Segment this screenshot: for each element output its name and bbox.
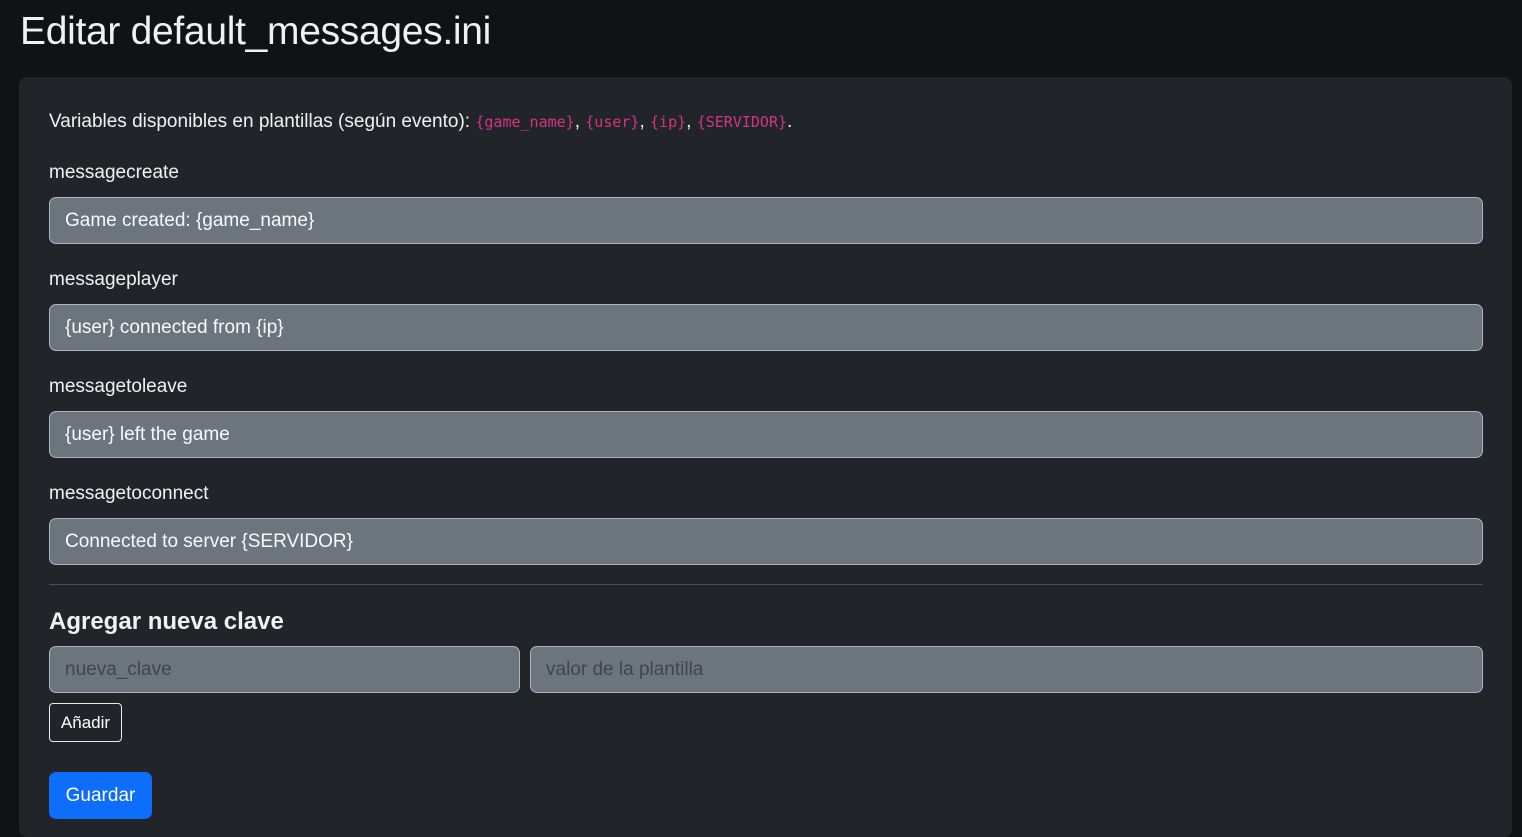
variable-servidor: {SERVIDOR} (696, 113, 788, 131)
new-value-input[interactable] (530, 646, 1483, 693)
separator: , (686, 111, 697, 132)
editor-card: Variables disponibles en plantillas (seg… (19, 77, 1512, 837)
field-label: messagecreate (49, 162, 179, 183)
new-key-input[interactable] (49, 646, 520, 693)
variable-ip: {ip} (650, 113, 687, 131)
field-messagecreate: messagecreate (49, 161, 1483, 244)
variables-help: Variables disponibles en plantillas (seg… (49, 111, 792, 133)
add-button[interactable]: Añadir (49, 703, 122, 742)
variable-game-name: {game_name} (475, 113, 575, 131)
field-messagetoconnect: messagetoconnect (49, 482, 1483, 565)
variables-intro: Variables disponibles en plantillas (seg… (49, 111, 476, 132)
add-section-title: Agregar nueva clave (49, 608, 284, 635)
period: . (787, 111, 793, 132)
variable-user: {user} (585, 113, 640, 131)
separator: , (574, 111, 586, 132)
field-label: messageplayer (49, 269, 178, 290)
divider (49, 584, 1483, 585)
messageplayer-input[interactable] (49, 304, 1483, 351)
messagetoconnect-input[interactable] (49, 518, 1483, 565)
page-title: Editar default_messages.ini (20, 10, 492, 53)
field-label: messagetoleave (49, 376, 188, 397)
field-messageplayer: messageplayer (49, 268, 1483, 351)
messagecreate-input[interactable] (49, 197, 1483, 244)
field-messagetoleave: messagetoleave (49, 375, 1483, 458)
separator: , (639, 111, 651, 132)
save-button[interactable]: Guardar (49, 772, 152, 819)
field-label: messagetoconnect (49, 483, 209, 504)
messagetoleave-input[interactable] (49, 411, 1483, 458)
